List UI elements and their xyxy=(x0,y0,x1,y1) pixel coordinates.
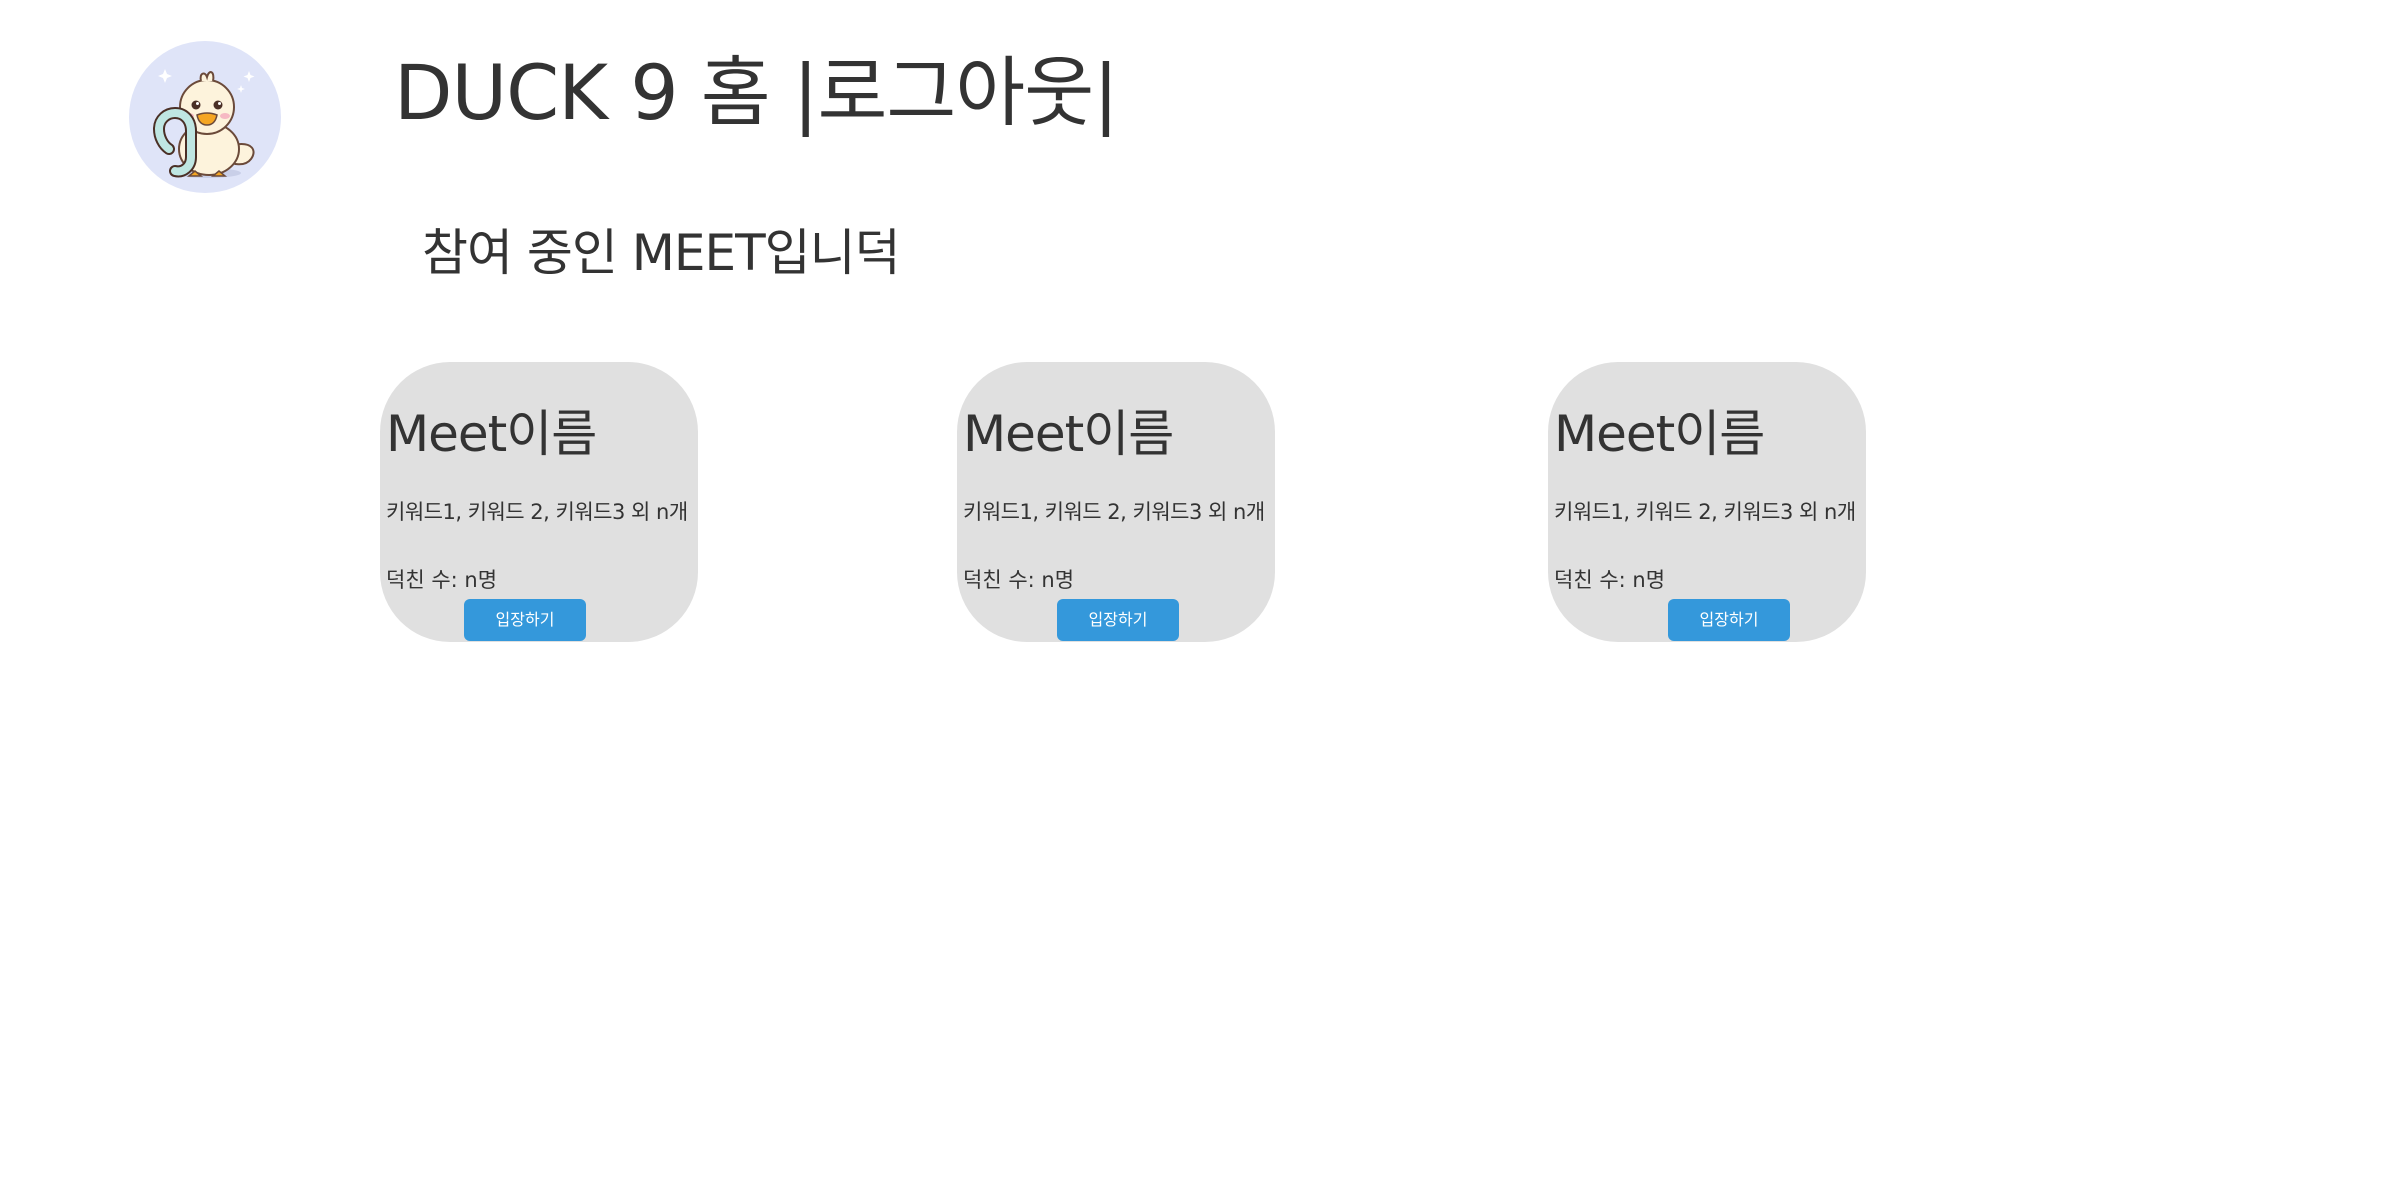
meet-card: Meet이름 키워드1, 키워드 2, 키워드3 외 n개 덕친 수: n명 입… xyxy=(1548,362,1866,642)
home-page: DUCK 9 홈 |로그아웃| 참여 중인 MEET입니덕 Meet이름 키워드… xyxy=(0,0,2400,1200)
meet-member-count: 덕친 수: n명 xyxy=(1554,568,1666,592)
enter-meet-button[interactable]: 입장하기 xyxy=(464,599,586,641)
separator: | xyxy=(1093,48,1119,137)
separator: | xyxy=(792,48,819,137)
logout-link[interactable]: 로그아웃 xyxy=(817,48,1094,137)
meet-keywords: 키워드1, 키워드 2, 키워드3 외 n개 xyxy=(386,500,688,524)
duck-mascot-icon xyxy=(152,69,255,178)
meet-member-count: 덕친 수: n명 xyxy=(386,568,498,592)
meet-card: Meet이름 키워드1, 키워드 2, 키워드3 외 n개 덕친 수: n명 입… xyxy=(380,362,698,642)
header-title: DUCK 9 홈 |로그아웃| xyxy=(394,48,1119,138)
section-heading: 참여 중인 MEET입니덕 xyxy=(422,224,901,282)
duck-9-logo[interactable] xyxy=(129,41,281,193)
meet-card: Meet이름 키워드1, 키워드 2, 키워드3 외 n개 덕친 수: n명 입… xyxy=(957,362,1275,642)
enter-meet-button[interactable]: 입장하기 xyxy=(1668,599,1790,641)
enter-meet-button[interactable]: 입장하기 xyxy=(1057,599,1179,641)
meet-name: Meet이름 xyxy=(386,405,597,463)
meet-keywords: 키워드1, 키워드 2, 키워드3 외 n개 xyxy=(963,500,1265,524)
meet-name: Meet이름 xyxy=(1554,405,1765,463)
meet-keywords: 키워드1, 키워드 2, 키워드3 외 n개 xyxy=(1554,500,1856,524)
meet-name: Meet이름 xyxy=(963,405,1174,463)
page-title: DUCK 9 홈 xyxy=(394,48,771,137)
meet-member-count: 덕친 수: n명 xyxy=(963,568,1075,592)
